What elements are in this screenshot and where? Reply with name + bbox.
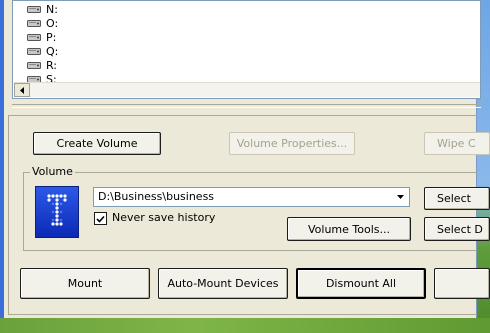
divider [12,104,481,108]
drive-letter: O: [46,17,59,30]
truecrypt-logo-icon [35,186,79,238]
arrow-left-icon[interactable] [14,83,30,97]
exit-button[interactable] [434,268,490,299]
drive-letter: R: [46,59,58,72]
list-item[interactable]: R: [27,59,57,72]
hard-drive-icon [27,61,42,70]
dismount-all-button[interactable]: Dismount All [296,268,426,299]
never-save-history-label: Never save history [112,211,216,224]
list-item[interactable]: P: [27,31,56,44]
list-item[interactable]: Q: [27,45,58,58]
mount-button[interactable]: Mount [20,268,150,299]
volume-group-label: Volume [30,165,75,178]
list-item[interactable]: N: [27,3,58,16]
volume-properties-button[interactable]: Volume Properties... [229,132,355,155]
hard-drive-icon [27,19,42,28]
create-volume-button[interactable]: Create Volume [33,132,161,155]
desktop-background-bottom [0,318,490,333]
drive-list[interactable]: N: O: P: Q: R: S: [12,0,481,99]
drive-letter: P: [46,31,57,44]
wipe-cache-button[interactable]: Wipe C [424,132,490,155]
list-item[interactable]: O: [27,17,58,30]
hard-drive-icon [27,5,42,14]
select-device-button[interactable]: Select D [424,217,490,241]
volume-path-value: D:\Business\business [98,190,215,203]
volume-path-combobox[interactable]: D:\Business\business [93,187,410,207]
hard-drive-icon [27,47,42,56]
select-file-button[interactable]: Select [424,187,490,210]
horizontal-scrollbar[interactable] [14,82,480,97]
drive-letter: Q: [46,45,59,58]
never-save-history-checkbox[interactable] [94,212,107,225]
chevron-down-icon[interactable] [392,189,408,205]
hard-drive-icon [27,33,42,42]
auto-mount-devices-button[interactable]: Auto-Mount Devices [158,268,288,299]
drive-letter: N: [46,3,58,16]
volume-tools-button[interactable]: Volume Tools... [287,217,411,241]
